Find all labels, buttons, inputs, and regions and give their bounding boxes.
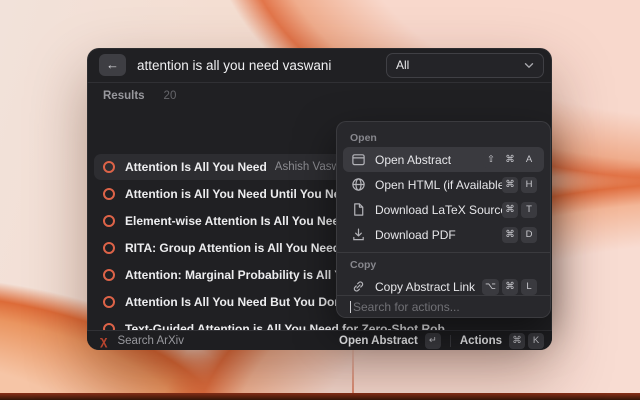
menu-item-download-latex[interactable]: Download LaTeX Source ⌘ T — [343, 197, 544, 222]
link-icon — [350, 279, 366, 295]
actions-menu: Open Open Abstract ⇧ ⌘ A Open HTML (if A… — [336, 121, 551, 318]
arxiv-logo: χ — [100, 333, 107, 348]
download-icon — [350, 227, 366, 243]
browser-window-icon — [350, 152, 366, 168]
file-document-icon — [350, 202, 366, 218]
search-header: ← attention is all you need vaswani All — [87, 48, 552, 83]
results-header: Results 20 — [87, 85, 552, 106]
cmd-key-icon: ⌘ — [502, 227, 518, 243]
menu-section-copy: Copy — [337, 256, 550, 274]
search-input[interactable]: attention is all you need vaswani — [137, 58, 386, 73]
result-title: Element-wise Attention Is All You Need — [125, 214, 346, 228]
option-key-icon: ⌥ — [482, 279, 499, 295]
filter-dropdown[interactable]: All — [386, 53, 544, 78]
wallpaper-bottom-strip — [0, 393, 640, 400]
text-cursor — [350, 301, 351, 313]
arxiv-paper-icon — [103, 215, 115, 227]
menu-item-open-html[interactable]: Open HTML (if Available) ⌘ H — [343, 172, 544, 197]
results-label: Results — [103, 90, 145, 102]
arxiv-paper-icon — [103, 296, 115, 308]
arxiv-paper-icon — [103, 188, 115, 200]
menu-item-label: Download PDF — [375, 228, 502, 242]
menu-divider — [337, 252, 550, 253]
menu-item-label: Open HTML (if Available) — [375, 178, 502, 192]
d-key-icon: D — [521, 227, 537, 243]
globe-icon — [350, 177, 366, 193]
arxiv-paper-icon — [103, 242, 115, 254]
actions-search-input[interactable]: Search for actions... — [337, 295, 550, 317]
result-title: Attention Is All You Need — [125, 160, 267, 174]
k-key-icon: K — [528, 333, 544, 349]
back-button[interactable]: ← — [99, 54, 126, 76]
status-bar: χ Search ArXiv Open Abstract ↵ Actions ⌘… — [87, 330, 552, 350]
l-key-icon: L — [521, 279, 537, 295]
actions-button[interactable]: Actions — [460, 335, 502, 347]
enter-key-icon: ↵ — [425, 333, 441, 349]
h-key-icon: H — [521, 177, 537, 193]
menu-item-label: Copy Abstract Link — [375, 280, 482, 294]
menu-item-download-pdf[interactable]: Download PDF ⌘ D — [343, 222, 544, 247]
cmd-key-icon: ⌘ — [509, 333, 525, 349]
menu-item-label: Open Abstract — [375, 153, 483, 167]
menu-item-label: Download LaTeX Source — [375, 203, 502, 217]
cmd-key-icon: ⌘ — [502, 177, 518, 193]
footer-divider — [450, 335, 451, 347]
cmd-key-icon: ⌘ — [502, 202, 518, 218]
cmd-key-icon: ⌘ — [502, 279, 518, 295]
t-key-icon: T — [521, 202, 537, 218]
a-key-icon: A — [521, 152, 537, 168]
cmd-key-icon: ⌘ — [502, 152, 518, 168]
menu-section-open: Open — [337, 129, 550, 147]
chevron-down-icon — [524, 62, 534, 69]
results-count: 20 — [164, 90, 177, 102]
arxiv-paper-icon — [103, 269, 115, 281]
menu-item-copy-abstract-link[interactable]: Copy Abstract Link ⌥ ⌘ L — [343, 274, 544, 295]
actions-menu-list: Open Open Abstract ⇧ ⌘ A Open HTML (if A… — [337, 126, 550, 295]
primary-action-button[interactable]: Open Abstract — [339, 335, 418, 347]
menu-item-open-abstract[interactable]: Open Abstract ⇧ ⌘ A — [343, 147, 544, 172]
arxiv-paper-icon — [103, 161, 115, 173]
extension-name: Search ArXiv — [117, 335, 339, 347]
actions-search-placeholder: Search for actions... — [353, 300, 460, 314]
filter-dropdown-value: All — [396, 58, 524, 72]
shift-key-icon: ⇧ — [483, 152, 499, 168]
